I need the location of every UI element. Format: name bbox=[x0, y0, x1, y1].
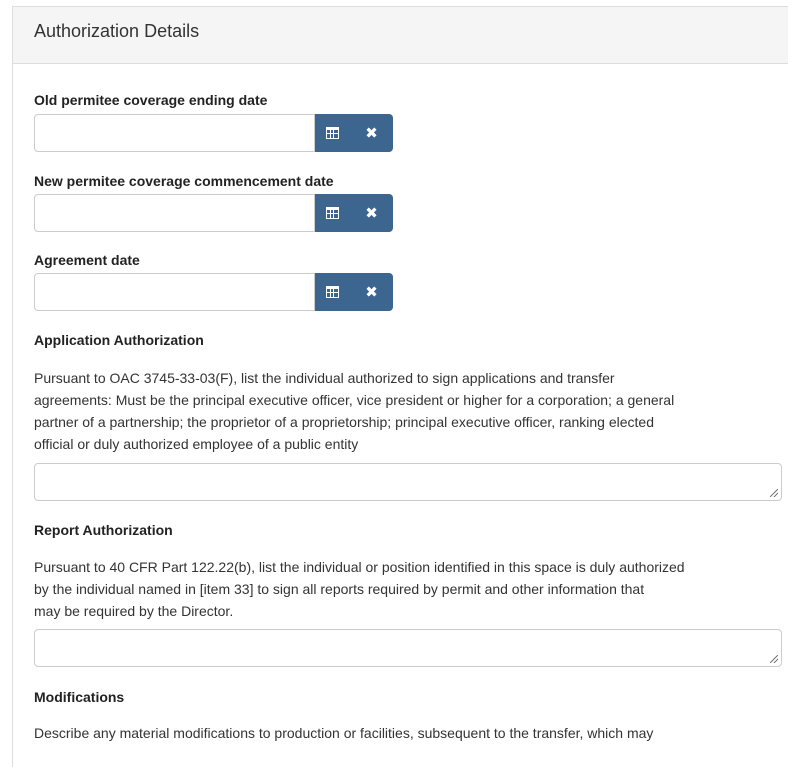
text-line: may be required by the Director. bbox=[34, 603, 234, 619]
agreement-calendar-button[interactable] bbox=[315, 273, 350, 311]
text-line: Pursuant to OAC 3745-33-03(F), list the … bbox=[34, 370, 615, 386]
agreement-date-group: ✖ bbox=[34, 273, 394, 311]
calendar-icon bbox=[326, 127, 339, 139]
new-coverage-date-group: ✖ bbox=[34, 194, 394, 232]
panel-title: Authorization Details bbox=[13, 7, 788, 64]
authorization-details-panel: Authorization Details Old permitee cover… bbox=[12, 6, 788, 767]
calendar-icon bbox=[326, 207, 339, 219]
times-icon: ✖ bbox=[365, 204, 378, 222]
old-coverage-date-group: ✖ bbox=[34, 114, 394, 152]
application-authorization-title: Application Authorization bbox=[34, 332, 204, 348]
old-coverage-calendar-button[interactable] bbox=[315, 114, 350, 152]
old-coverage-clear-button[interactable]: ✖ bbox=[350, 114, 393, 152]
report-authorization-text: Pursuant to 40 CFR Part 122.22(b), list … bbox=[34, 556, 786, 622]
new-coverage-label: New permitee coverage commencement date bbox=[34, 173, 334, 189]
agreement-date-label: Agreement date bbox=[34, 252, 140, 268]
text-line: by the individual named in [item 33] to … bbox=[34, 581, 645, 597]
new-coverage-date-input[interactable] bbox=[34, 194, 315, 232]
new-coverage-clear-button[interactable]: ✖ bbox=[350, 194, 393, 232]
agreement-date-input[interactable] bbox=[34, 273, 315, 311]
text-line: Pursuant to 40 CFR Part 122.22(b), list … bbox=[34, 559, 685, 575]
modifications-text: Describe any material modifications to p… bbox=[34, 722, 786, 744]
old-coverage-date-input[interactable] bbox=[34, 114, 315, 152]
modifications-title: Modifications bbox=[34, 689, 125, 705]
application-authorization-textarea[interactable] bbox=[34, 463, 782, 501]
times-icon: ✖ bbox=[365, 124, 378, 142]
times-icon: ✖ bbox=[365, 283, 378, 301]
report-authorization-textarea[interactable] bbox=[34, 629, 782, 667]
text-line: agreements: Must be the principal execut… bbox=[34, 392, 675, 408]
calendar-icon bbox=[326, 286, 339, 298]
old-coverage-label: Old permitee coverage ending date bbox=[34, 92, 268, 108]
report-authorization-title: Report Authorization bbox=[34, 522, 173, 538]
text-line: Describe any material modifications to p… bbox=[34, 725, 654, 741]
resize-handle-icon[interactable] bbox=[770, 489, 778, 497]
text-line: official or duly authorized employee of … bbox=[34, 436, 359, 452]
new-coverage-calendar-button[interactable] bbox=[315, 194, 350, 232]
text-line: partner of a partnership; the proprietor… bbox=[34, 414, 654, 430]
application-authorization-text: Pursuant to OAC 3745-33-03(F), list the … bbox=[34, 367, 786, 455]
agreement-clear-button[interactable]: ✖ bbox=[350, 273, 393, 311]
resize-handle-icon[interactable] bbox=[770, 655, 778, 663]
